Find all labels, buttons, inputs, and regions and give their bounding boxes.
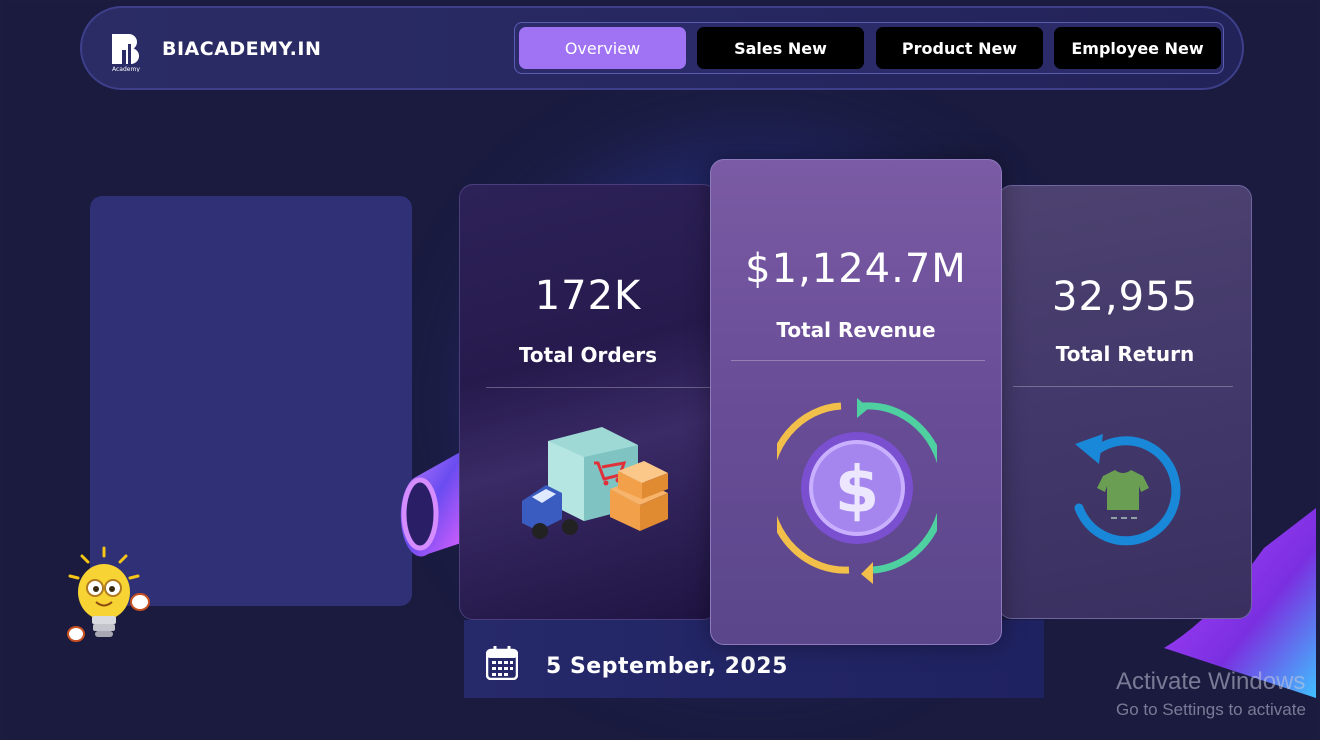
nav-tabs: Overview Sales New Product New Employee … [514,22,1224,74]
divider [731,360,985,361]
kpi-card-total-orders: 172K Total Orders [459,184,717,620]
biacademy-logo-icon: Academy [112,34,140,72]
kpi-label-total-revenue: Total Revenue [776,318,936,342]
activate-windows-title: Activate Windows [1116,668,1306,695]
activate-windows-hint: Go to Settings to activate [1116,700,1306,719]
brand-name: BIACADEMY.IN [162,38,322,60]
divider [486,387,716,388]
date-text: 5 September, 2025 [546,654,788,679]
header-bar: Academy BIACADEMY.IN Overview Sales New … [80,6,1244,90]
kpi-value-total-orders: 172K [534,273,642,319]
divider [1013,386,1233,387]
calendar-icon [486,646,518,680]
tab-product-new[interactable]: Product New [876,27,1043,69]
kpi-label-total-return: Total Return [1055,342,1195,366]
kpi-card-total-return: 32,955 Total Return [998,185,1252,619]
decorative-tube [400,450,464,557]
return-tshirt-icon [1074,434,1181,546]
svg-text:Academy: Academy [112,66,140,72]
dollar-coin-icon: $ [777,398,937,584]
dashboard-canvas: Academy BIACADEMY.IN Overview Sales New … [4,2,1316,738]
tab-overview[interactable]: Overview [519,27,686,69]
svg-text:$: $ [835,454,880,528]
lightbulb-mascot-icon [67,546,150,642]
delivery-truck-icon [522,427,668,539]
kpi-label-total-orders: Total Orders [518,343,658,367]
kpi-card-total-revenue: $1,124.7M Total Revenue $ [710,159,1002,645]
tab-employee-new[interactable]: Employee New [1054,27,1221,69]
kpi-value-total-return: 32,955 [1052,274,1198,320]
kpi-value-total-revenue: $1,124.7M [745,246,967,292]
tab-sales-new[interactable]: Sales New [697,27,864,69]
